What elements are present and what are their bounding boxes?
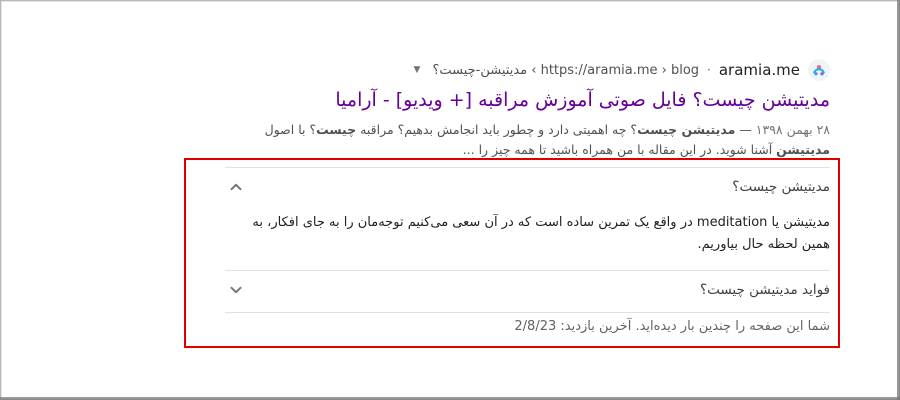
faq-question-1[interactable]: مدیتیشن چیست؟ [225, 168, 830, 206]
result-snippet: ۲۸ بهمن ۱۳۹۸ — مدیتیشن چیست؟ چه اهمیتی د… [225, 120, 830, 160]
faq-item: مدیتیشن چیست؟ مدیتیشن یا meditation در و… [225, 167, 830, 270]
snippet-text-3: آشنا شوید. در این مقاله با من همراه باشی… [462, 142, 777, 157]
snippet-text-2: ؟ با اصول [264, 122, 317, 137]
faq-item: فواید مدیتیشن چیست؟ [225, 270, 830, 309]
snippet-dash: — [735, 122, 756, 137]
faq-question-2[interactable]: فواید مدیتیشن چیست؟ [225, 271, 830, 309]
chevron-up-icon[interactable] [225, 176, 247, 198]
faq-answer-1: مدیتیشن یا meditation در واقع یک تمرین س… [252, 215, 830, 252]
snippet-text-1: ؟ چه اهمیتی دارد و چطور باید انجامش بدهی… [356, 122, 638, 137]
site-name: aramia.me [718, 61, 800, 79]
triangle-down-icon[interactable]: ▼ [414, 65, 421, 75]
site-separator-dot: · [707, 63, 711, 77]
snippet-bold-1: مدیتیشن چیست [637, 122, 736, 137]
faq-section: مدیتیشن چیست؟ مدیتیشن یا meditation در و… [225, 167, 830, 309]
visited-note: شما این صفحه را چندین بار دیده‌اید. آخری… [225, 312, 830, 334]
snippet-date: ۲۸ بهمن ۱۳۹۸ [755, 122, 830, 137]
snippet-bold-2: چیست [316, 122, 357, 137]
result-title-link[interactable]: مدیتیشن چیست؟ فایل صوتی آموزش مراقبه [+ … [225, 88, 830, 112]
aramia-logo-icon [808, 59, 830, 81]
site-info-row[interactable]: aramia.me · https://aramia.me › blog › م… [225, 56, 830, 84]
snippet-bold-3: مدیتیشن [776, 142, 830, 157]
search-result: aramia.me · https://aramia.me › blog › م… [225, 56, 830, 160]
faq-question-text: فواید مدیتیشن چیست؟ [699, 282, 830, 298]
faq-question-text: مدیتیشن چیست؟ [732, 179, 830, 195]
site-breadcrumb: https://aramia.me › blog › مدیتیشن-چیست؟ [432, 62, 700, 78]
chevron-down-icon[interactable] [225, 279, 247, 301]
